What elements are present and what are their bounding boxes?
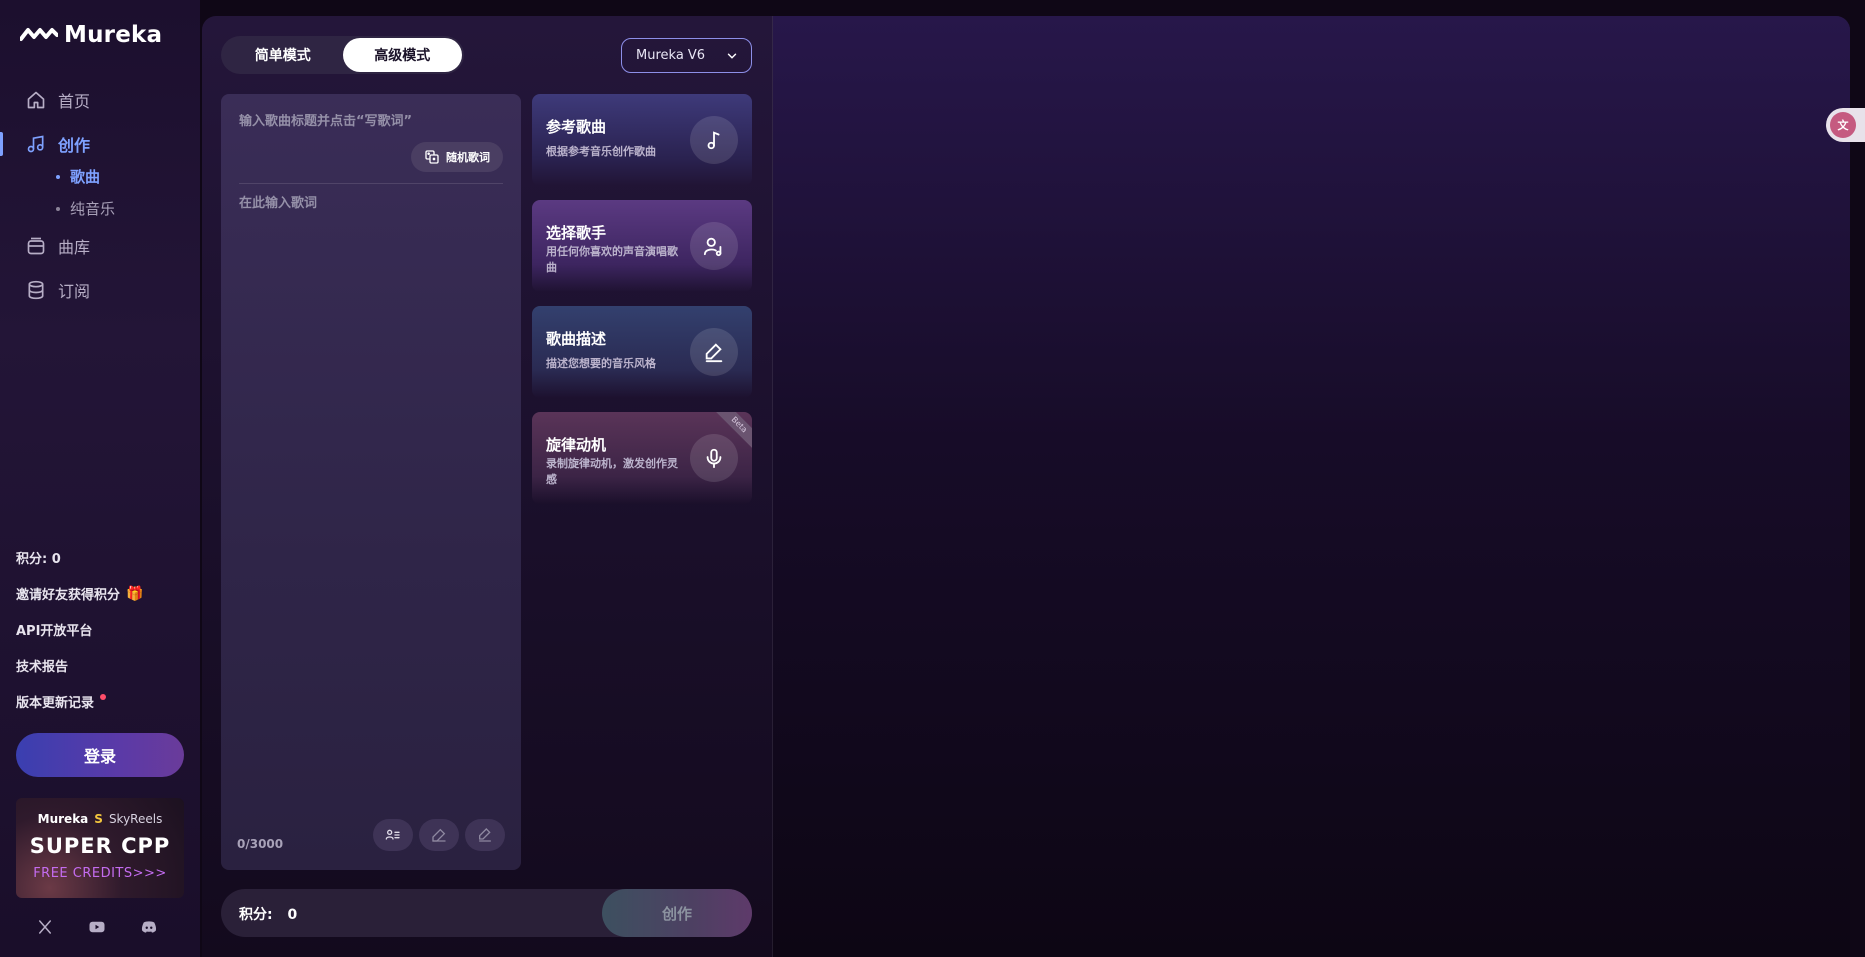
social-links <box>36 918 158 936</box>
library-icon <box>27 237 45 255</box>
youtube-icon[interactable] <box>88 918 106 936</box>
feature-title: 旋律动机 <box>546 436 607 454</box>
lyrics-textarea[interactable] <box>239 192 503 792</box>
nav-item-subscribe[interactable]: 订阅 <box>26 278 90 302</box>
feature-desc: 录制旋律动机，激发创作灵感 <box>546 457 678 486</box>
output-panel <box>773 16 1850 957</box>
char-count: 0/3000 <box>237 837 284 851</box>
polish-lyrics-button[interactable] <box>465 819 505 851</box>
sidebar: Mureka 首页 创作 歌曲 纯音乐 曲库 订阅 积分: 0 邀请好友获得积分… <box>0 0 200 957</box>
sub-item-label: 歌曲 <box>70 168 101 186</box>
gift-icon: 🎁 <box>126 585 144 602</box>
nav-item-label: 首页 <box>58 92 91 111</box>
feature-icon-wrap <box>690 116 738 164</box>
changelog-label: 版本更新记录 <box>16 696 95 711</box>
feature-icon-wrap <box>690 328 738 376</box>
credits-text: 积分: 0 <box>16 552 61 567</box>
lyrics-card: 随机歌词 0/3000 <box>221 94 521 870</box>
select-singer-card[interactable]: 选择歌手 用任何你喜欢的声音演唱歌曲 <box>532 200 752 292</box>
nav-item-home[interactable]: 首页 <box>26 88 90 112</box>
main-panel: 简单模式 高级模式 Mureka V6 随机歌词 0/3000 <box>202 16 1850 957</box>
logo[interactable]: Mureka <box>20 22 162 48</box>
credits-label: 积分: <box>239 907 273 923</box>
melody-motif-card[interactable]: Beta 旋律动机 录制旋律动机，激发创作灵感 <box>532 412 752 504</box>
create-button[interactable]: 创作 <box>602 889 752 937</box>
model-select[interactable]: Mureka V6 <box>621 38 752 73</box>
nav-item-label: 订阅 <box>58 282 91 301</box>
changelog-link[interactable]: 版本更新记录 <box>16 692 107 711</box>
bullet <box>56 206 60 211</box>
feature-desc: 描述您想要的音乐风格 <box>546 357 656 370</box>
mureka-logo-icon <box>20 28 58 41</box>
feature-title: 选择歌手 <box>546 224 607 242</box>
singer-icon <box>703 237 722 257</box>
list-user-icon <box>385 829 400 840</box>
login-button[interactable]: 登录 <box>16 733 184 777</box>
pencil-icon <box>432 828 446 842</box>
feature-title: 歌曲描述 <box>546 330 607 348</box>
promo-brands: Mureka S SkyReels <box>16 812 184 826</box>
home-icon <box>27 91 45 109</box>
feature-icon-wrap <box>690 222 738 270</box>
music-note-icon <box>27 135 44 153</box>
random-lyrics-label: 随机歌词 <box>446 151 490 164</box>
bullet <box>56 174 60 179</box>
sub-item-label: 纯音乐 <box>70 200 116 218</box>
api-link[interactable]: API开放平台 <box>16 620 92 639</box>
promo-subtext: FREE CREDITS>>> <box>33 866 167 881</box>
feature-title: 参考歌曲 <box>546 118 607 136</box>
logo-text: Mureka <box>64 22 163 48</box>
song-description-card[interactable]: 歌曲描述 描述您想要的音乐风格 <box>532 306 752 398</box>
divider <box>239 183 503 184</box>
dice-icon <box>425 150 439 164</box>
sub-item-instrumental[interactable]: 纯音乐 <box>56 198 115 219</box>
nav-item-library[interactable]: 曲库 <box>26 234 90 258</box>
advanced-mode-button[interactable]: 高级模式 <box>342 38 462 72</box>
invite-link[interactable]: 邀请好友获得积分 🎁 <box>16 584 144 604</box>
create-panel: 简单模式 高级模式 Mureka V6 随机歌词 0/3000 <box>202 16 773 957</box>
x-icon[interactable] <box>36 918 54 936</box>
simple-mode-button[interactable]: 简单模式 <box>223 38 343 72</box>
skyreels-logo-icon: S <box>94 812 103 826</box>
mode-toggle: 简单模式 高级模式 <box>221 36 464 74</box>
invite-label: 邀请好友获得积分 <box>16 588 121 603</box>
edit-icon <box>705 343 723 363</box>
music-note-icon <box>707 131 720 150</box>
nav-item-label: 创作 <box>58 136 91 155</box>
translate-button[interactable]: 文 <box>1826 108 1865 142</box>
feature-icon-wrap <box>690 434 738 482</box>
promo-banner[interactable]: Mureka S SkyReels SUPER CPP FREE CREDITS… <box>16 798 184 898</box>
nav-item-label: 曲库 <box>58 238 91 257</box>
bottom-bar: 积分: 0 创作 <box>221 889 752 937</box>
feature-desc: 根据参考音乐创作歌曲 <box>546 145 656 158</box>
feature-desc: 用任何你喜欢的声音演唱歌曲 <box>546 245 678 274</box>
reference-song-card[interactable]: 参考歌曲 根据参考音乐创作歌曲 <box>532 94 752 186</box>
notification-dot <box>100 693 107 700</box>
model-select-value: Mureka V6 <box>636 48 706 63</box>
active-indicator <box>0 132 3 156</box>
edit-lines-icon <box>479 828 491 842</box>
microphone-icon <box>706 448 722 469</box>
credits-display: 积分: 0 <box>239 904 297 924</box>
lyrics-template-button[interactable] <box>373 819 413 851</box>
nav-item-create[interactable]: 创作 <box>26 132 90 156</box>
database-icon <box>28 280 44 300</box>
translate-icon: 文 <box>1830 112 1856 138</box>
discord-icon[interactable] <box>140 918 158 936</box>
tech-report-link[interactable]: 技术报告 <box>16 656 68 675</box>
promo-headline: SUPER CPP <box>29 834 171 858</box>
chevron-down-icon <box>727 53 737 59</box>
promo-brand-skyreels: SkyReels <box>108 812 163 826</box>
song-title-input[interactable] <box>239 114 499 129</box>
promo-brand-mureka: Mureka <box>37 812 89 826</box>
random-lyrics-button[interactable]: 随机歌词 <box>411 142 503 172</box>
credits-value: 0 <box>287 907 298 923</box>
sub-item-song[interactable]: 歌曲 <box>56 166 100 187</box>
write-lyrics-button[interactable] <box>419 819 459 851</box>
